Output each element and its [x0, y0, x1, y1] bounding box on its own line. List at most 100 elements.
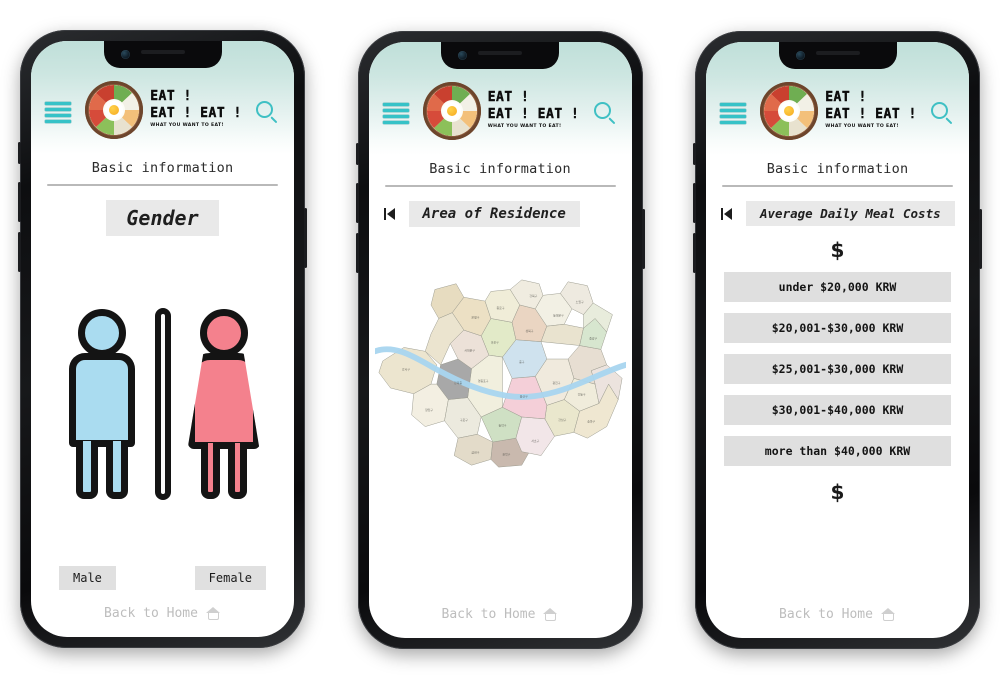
section-header-gender: Gender [31, 200, 294, 236]
page-title: Basic information [429, 161, 571, 177]
bibimbap-bowl-icon [85, 80, 144, 139]
home-icon [205, 606, 221, 621]
cost-spacer [706, 508, 969, 597]
section-title: Area of Residence [408, 201, 580, 227]
map-spacer [369, 512, 632, 597]
phone-notch [441, 42, 559, 69]
svg-text:영등포구: 영등포구 [477, 378, 488, 383]
page-title: Basic information [91, 160, 234, 176]
screenshot-stage: EAT ! EAT ! EAT ! WHAT YOU WANT TO EAT! … [0, 0, 1000, 678]
title-divider [47, 184, 278, 186]
skip-to-start-icon[interactable] [383, 206, 399, 222]
front-camera-icon [795, 51, 805, 60]
svg-text:동작구: 동작구 [498, 422, 506, 427]
svg-text:은평구: 은평구 [471, 314, 479, 319]
phone-mute-switch [18, 142, 21, 164]
phone-power-button [641, 209, 645, 269]
section-header-meal-costs: Average Daily Meal Costs [706, 201, 969, 226]
gender-option-male[interactable]: Male [59, 566, 116, 590]
home-icon [880, 607, 896, 622]
svg-text:금천구: 금천구 [471, 449, 479, 454]
section-title: Average Daily Meal Costs [746, 201, 955, 226]
back-to-home-button[interactable]: Back to Home [31, 596, 294, 637]
screen-gender: EAT ! EAT ! EAT ! WHAT YOU WANT TO EAT! … [31, 41, 294, 637]
meal-cost-option-2[interactable]: $20,001-$30,000 KRW [724, 313, 951, 343]
phone-mockup-gender: EAT ! EAT ! EAT ! WHAT YOU WANT TO EAT! … [18, 30, 307, 648]
section-header-area: Area of Residence [369, 201, 632, 227]
brand-wordmark: EAT ! EAT ! EAT ! WHAT YOU WANT TO EAT! [825, 91, 917, 130]
hamburger-menu-icon[interactable] [382, 103, 409, 124]
phone-power-button [979, 209, 982, 269]
phone-volume-up-button [18, 182, 21, 222]
svg-text:양천구: 양천구 [425, 407, 433, 412]
phone-notch [778, 42, 897, 69]
brand-lockup: EAT ! EAT ! EAT ! WHAT YOU WANT TO EAT! [746, 81, 931, 140]
skip-to-start-icon[interactable] [720, 206, 736, 222]
brand-tagline: WHAT YOU WANT TO EAT! [487, 124, 562, 130]
currency-symbol-top: $ [830, 238, 845, 262]
screen-area-of-residence: EAT ! EAT ! EAT ! WHAT YOU WANT TO EAT! … [368, 42, 632, 638]
gender-divider-bar [154, 308, 171, 500]
brand-line-2: EAT ! EAT ! [150, 106, 242, 122]
brand-line-1: EAT ! [150, 89, 192, 105]
phone-volume-down-button [355, 233, 359, 273]
phone-volume-down-button [693, 233, 696, 273]
svg-text:서대문구: 서대문구 [464, 347, 475, 352]
search-icon[interactable] [931, 101, 955, 126]
meal-cost-option-4[interactable]: $30,001-$40,000 KRW [724, 395, 951, 425]
gender-body: Male Female [31, 242, 294, 596]
gender-figures [31, 242, 294, 566]
svg-text:종로구: 종로구 [496, 306, 504, 310]
home-icon [543, 607, 558, 622]
brand-tagline: WHAT YOU WANT TO EAT! [825, 124, 899, 130]
brand-wordmark: EAT ! EAT ! EAT ! WHAT YOU WANT TO EAT! [150, 90, 242, 129]
seoul-district-map[interactable]: 강서구 양천구 구로구 금천구 관악구 동작구 서초구 강남구 송파구 강동구 광진구 용산… [369, 233, 632, 512]
svg-text:용산구: 용산구 [519, 393, 527, 398]
svg-text:송파구: 송파구 [587, 418, 595, 423]
gender-option-female[interactable]: Female [194, 566, 266, 590]
hamburger-menu-icon[interactable] [720, 103, 746, 124]
search-icon[interactable] [593, 101, 618, 126]
back-to-home-label: Back to Home [441, 607, 536, 622]
title-divider [722, 185, 953, 187]
page-title: Basic information [766, 161, 909, 177]
front-camera-icon [458, 51, 467, 60]
earpiece-speaker [140, 50, 185, 54]
svg-text:마포구: 마포구 [490, 339, 498, 344]
svg-text:강북중: 강북중 [454, 380, 462, 385]
female-figure-icon[interactable] [185, 309, 263, 499]
svg-text:구로구: 구로구 [459, 418, 467, 422]
back-to-home-button[interactable]: Back to Home [369, 597, 632, 638]
phone-notch [103, 41, 222, 68]
earpiece-speaker [815, 51, 860, 55]
svg-text:강남구: 강남구 [558, 417, 566, 422]
search-icon[interactable] [256, 100, 280, 125]
brand-line-1: EAT ! [825, 90, 867, 106]
back-to-home-button[interactable]: Back to Home [706, 597, 969, 638]
bibimbap-bowl-icon [422, 81, 481, 140]
brand-line-2: EAT ! EAT ! [487, 107, 580, 123]
brand-line-2: EAT ! EAT ! [825, 107, 917, 123]
meal-cost-option-3[interactable]: $25,001-$30,000 KRW [724, 354, 951, 384]
svg-text:중랑구: 중랑구 [589, 335, 597, 340]
meal-cost-option-5[interactable]: more than $40,000 KRW [724, 436, 951, 466]
svg-text:광진구: 광진구 [552, 380, 560, 385]
svg-text:강서구: 강서구 [401, 366, 409, 371]
svg-text:중구: 중구 [519, 360, 525, 364]
currency-symbol-bottom: $ [830, 480, 845, 504]
phone-volume-up-button [693, 183, 696, 223]
screen-average-daily-meal-costs: EAT ! EAT ! EAT ! WHAT YOU WANT TO EAT! … [706, 42, 969, 638]
svg-text:노원구: 노원구 [575, 299, 583, 304]
phone-volume-down-button [18, 232, 21, 272]
phone-mockup-area: EAT ! EAT ! EAT ! WHAT YOU WANT TO EAT! … [355, 31, 645, 649]
back-to-home-label: Back to Home [779, 607, 873, 622]
phone-power-button [304, 208, 307, 268]
brand-lockup: EAT ! EAT ! EAT ! WHAT YOU WANT TO EAT! [409, 81, 594, 140]
gender-option-list: Male Female [31, 566, 294, 596]
meal-cost-option-1[interactable]: under $20,000 KRW [724, 272, 951, 302]
svg-text:성북구: 성북구 [525, 328, 533, 333]
svg-text:관악구: 관악구 [502, 451, 510, 456]
svg-text:강동구: 강동구 [577, 391, 585, 396]
hamburger-menu-icon[interactable] [45, 102, 71, 123]
male-figure-icon[interactable] [63, 309, 141, 499]
